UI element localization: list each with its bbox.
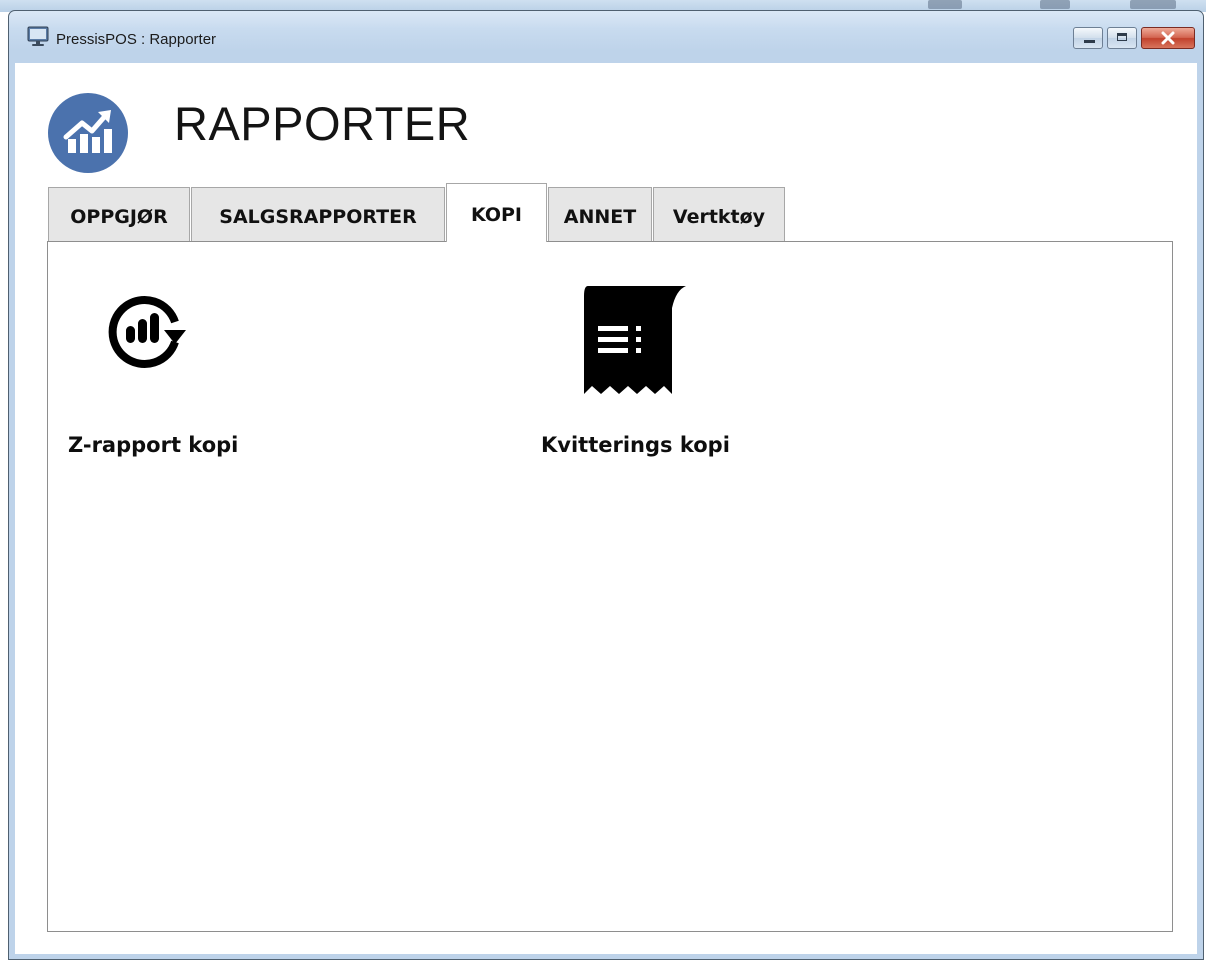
tab-label: KOPI — [470, 204, 523, 226]
tab-content-panel: Z-rapport kopi Kvitterings kopi — [47, 241, 1173, 932]
tab-kopi[interactable]: KOPI — [446, 183, 547, 242]
close-icon — [1142, 28, 1194, 48]
tab-annet[interactable]: ANNET — [548, 187, 652, 241]
title-bar[interactable]: PressisPOS : Rapporter — [9, 11, 1203, 63]
tab-label: ANNET — [563, 206, 637, 228]
tab-label: Vertktøy — [672, 206, 766, 228]
desktop-fragment — [928, 0, 962, 9]
window-client-area: RAPPORTER OPPGJØR SALGSRAPPORTER KOPI AN… — [15, 63, 1197, 954]
trending-chart-icon — [48, 93, 128, 173]
desktop-fragment — [1040, 0, 1070, 9]
close-button[interactable] — [1141, 27, 1195, 49]
tab-verktoy[interactable]: Vertktøy — [653, 187, 785, 241]
tile-label: Z-rapport kopi — [68, 433, 239, 457]
maximize-icon — [1117, 33, 1127, 41]
minimize-icon — [1084, 40, 1095, 43]
tab-oppgjor[interactable]: OPPGJØR — [48, 187, 190, 241]
tab-salgsrapporter[interactable]: SALGSRAPPORTER — [191, 187, 445, 241]
tab-label: OPPGJØR — [70, 206, 168, 228]
kvitterings-kopi-button[interactable]: Kvitterings kopi — [541, 286, 771, 466]
app-window: PressisPOS : Rapporter RAPPORTER OPPGJØR… — [8, 10, 1204, 960]
minimize-button[interactable] — [1073, 27, 1103, 49]
tile-label: Kvitterings kopi — [541, 433, 730, 457]
monitor-app-icon — [27, 26, 49, 46]
window-title: PressisPOS : Rapporter — [56, 31, 217, 48]
report-refresh-icon — [108, 296, 186, 368]
receipt-icon — [584, 286, 686, 394]
window-controls — [1073, 27, 1195, 49]
desktop-fragment — [1130, 0, 1176, 9]
maximize-button[interactable] — [1107, 27, 1137, 49]
z-rapport-kopi-button[interactable]: Z-rapport kopi — [68, 286, 298, 466]
page-title: RAPPORTER — [174, 97, 471, 150]
tab-label: SALGSRAPPORTER — [219, 206, 417, 228]
